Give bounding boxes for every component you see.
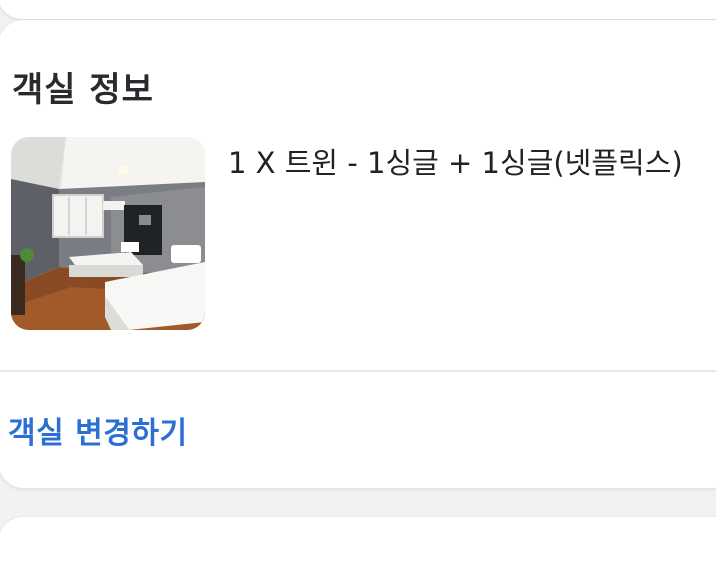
- change-room-button[interactable]: 객실 변경하기: [8, 408, 188, 452]
- room-photo-image: [11, 137, 205, 330]
- room-photo: [11, 137, 205, 330]
- section-title: 객실 정보: [12, 70, 154, 110]
- divider: [0, 370, 716, 372]
- previous-card: [0, 0, 716, 19]
- next-card: [0, 517, 716, 577]
- room-type-name: 1 X 트윈 - 1싱글 + 1싱글(넷플릭스): [228, 146, 683, 180]
